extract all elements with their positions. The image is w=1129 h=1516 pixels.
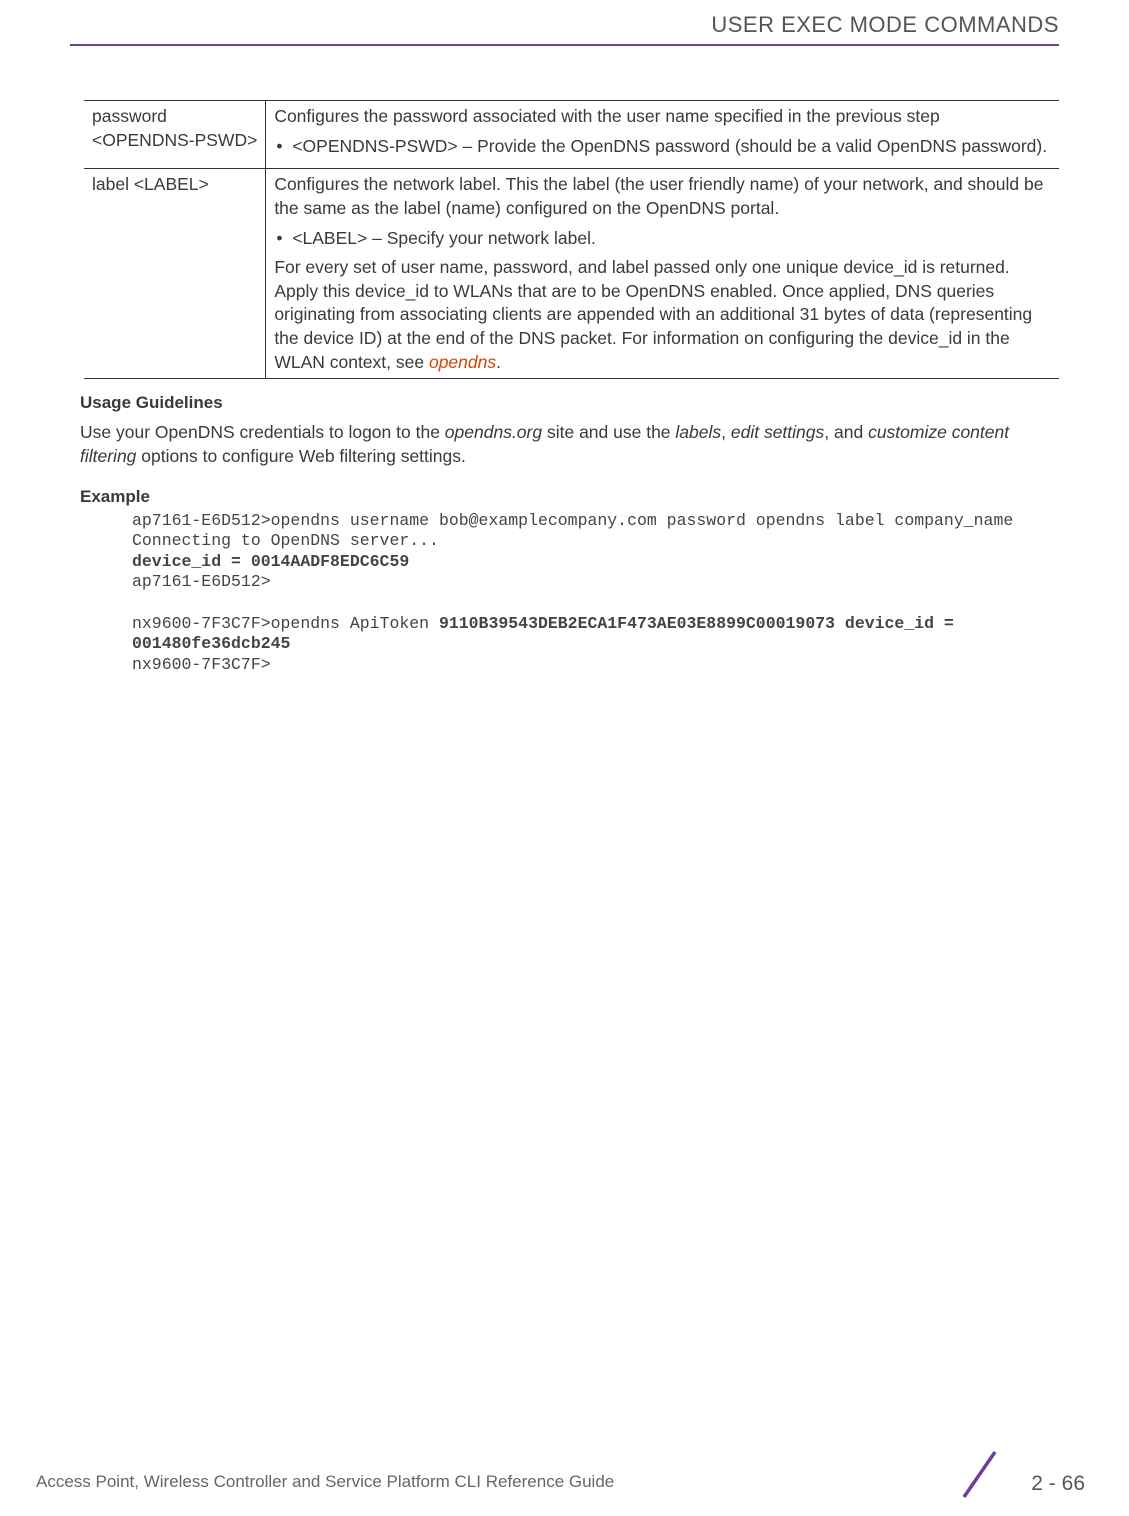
bullet-item: <LABEL> – Specify your network label. bbox=[274, 227, 1051, 251]
code-line: ap7161-E6D512>opendns username bob@examp… bbox=[132, 511, 1013, 530]
code-line: nx9600-7F3C7F>opendns ApiToken bbox=[132, 614, 439, 633]
opendns-link[interactable]: opendns bbox=[429, 352, 496, 372]
desc-text: For every set of user name, password, an… bbox=[274, 256, 1051, 374]
desc-span: For every set of user name, password, an… bbox=[274, 257, 1032, 372]
param-cell: password<OPENDNS-PSWD> bbox=[84, 101, 266, 169]
text: , and bbox=[824, 422, 868, 442]
example-heading: Example bbox=[80, 487, 1059, 507]
desc-cell: Configures the password associated with … bbox=[266, 101, 1059, 169]
text: Use your OpenDNS credentials to logon to… bbox=[80, 422, 445, 442]
parameter-table: password<OPENDNS-PSWD> Configures the pa… bbox=[84, 100, 1059, 379]
text-italic: opendns.org bbox=[445, 422, 542, 442]
text: , bbox=[721, 422, 731, 442]
header-rule bbox=[70, 44, 1059, 46]
desc-cell: Configures the network label. This the l… bbox=[266, 169, 1059, 379]
desc-span: . bbox=[496, 352, 501, 372]
page: USER EXEC MODE COMMANDS password<OPENDNS… bbox=[0, 0, 1129, 1516]
usage-heading: Usage Guidelines bbox=[80, 393, 1059, 413]
code-line: Connecting to OpenDNS server... bbox=[132, 531, 439, 550]
text-italic: edit settings bbox=[731, 422, 824, 442]
code-line: ap7161-E6D512> bbox=[132, 572, 271, 591]
content: password<OPENDNS-PSWD> Configures the pa… bbox=[84, 100, 1059, 676]
page-header: USER EXEC MODE COMMANDS bbox=[711, 12, 1059, 38]
bullet-item: <OPENDNS-PSWD> – Provide the OpenDNS pas… bbox=[274, 135, 1051, 159]
text: options to configure Web filtering setti… bbox=[136, 446, 465, 466]
example-block: ap7161-E6D512>opendns username bob@examp… bbox=[132, 511, 1059, 676]
page-number: 2 - 66 bbox=[1031, 1472, 1085, 1496]
text-italic: labels bbox=[675, 422, 721, 442]
desc-text: Configures the network label. This the l… bbox=[274, 173, 1051, 220]
table-row: password<OPENDNS-PSWD> Configures the pa… bbox=[84, 101, 1059, 169]
code-line: nx9600-7F3C7F> bbox=[132, 655, 271, 674]
param-cell: label <LABEL> bbox=[84, 169, 266, 379]
table-row: label <LABEL> Configures the network lab… bbox=[84, 169, 1059, 379]
desc-text: Configures the password associated with … bbox=[274, 105, 1051, 129]
param-text: password<OPENDNS-PSWD> bbox=[92, 106, 257, 150]
text: site and use the bbox=[542, 422, 675, 442]
slash-icon bbox=[952, 1447, 1007, 1502]
usage-body: Use your OpenDNS credentials to logon to… bbox=[80, 421, 1059, 468]
footer-text: Access Point, Wireless Controller and Se… bbox=[36, 1472, 614, 1492]
code-line-bold: device_id = 0014AADF8EDC6C59 bbox=[132, 552, 409, 571]
